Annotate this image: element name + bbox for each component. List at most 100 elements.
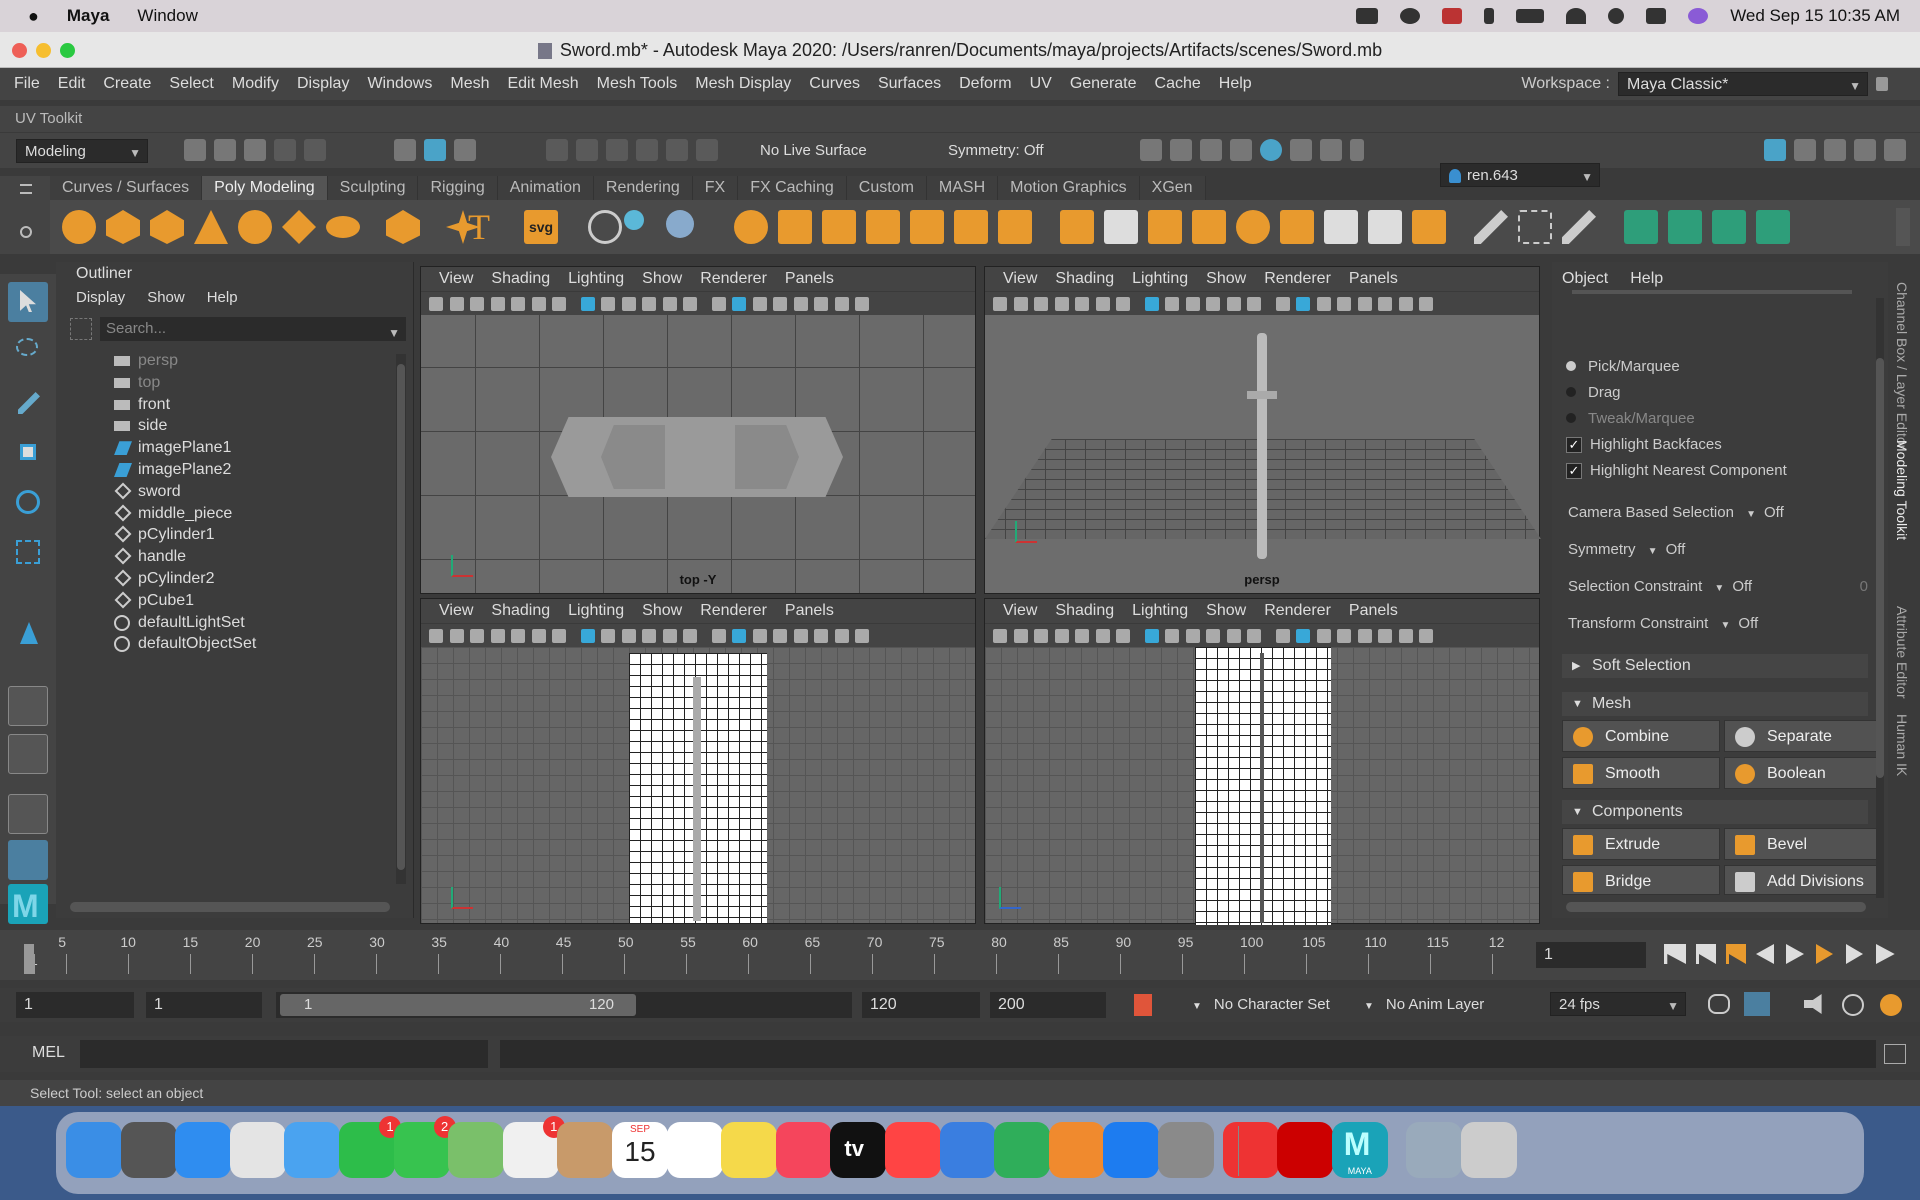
pick-marquee-option[interactable]: Pick/Marquee	[1566, 358, 1680, 375]
antialias-icon[interactable]	[834, 629, 849, 643]
platonic-solid-icon[interactable]	[386, 210, 420, 244]
selection-constraint-number[interactable]: 0	[1860, 578, 1868, 595]
lights-icon[interactable]	[1337, 629, 1351, 643]
resolution-gate-icon[interactable]	[601, 629, 615, 643]
viewport-menu-lighting[interactable]: Lighting	[1132, 270, 1188, 288]
viewport-menu-renderer[interactable]: Renderer	[1264, 602, 1331, 620]
pan-zoom-icon[interactable]	[1095, 629, 1110, 643]
maya-icon[interactable]: MAYA M	[1331, 1122, 1388, 1178]
open-scene-icon[interactable]	[214, 139, 236, 161]
antialias-icon[interactable]	[834, 297, 849, 311]
poly-sphere-icon[interactable]	[62, 210, 96, 244]
bluetooth-icon[interactable]	[1484, 8, 1495, 24]
mode-dropdown[interactable]: Modeling ▼	[16, 139, 148, 163]
toolkit-scrollbar[interactable]	[1876, 298, 1884, 898]
camera-attributes-icon[interactable]	[429, 629, 443, 643]
current-time-field[interactable]: 1	[1536, 942, 1646, 968]
pages-icon[interactable]	[1048, 1122, 1105, 1178]
apple-icon[interactable]: ●	[28, 6, 39, 27]
single-perspective-layout-icon[interactable]	[8, 686, 48, 726]
script-language-toggle[interactable]: MEL	[32, 1044, 65, 1062]
antialias-icon[interactable]	[1398, 629, 1413, 643]
wireframe-icon[interactable]	[1275, 629, 1290, 643]
shelf-tab-fx[interactable]: FX	[692, 176, 739, 200]
add-divisions-button[interactable]: Add Divisions	[1724, 865, 1882, 895]
sculpt-brush-icon[interactable]	[1562, 210, 1596, 244]
extract-icon[interactable]	[822, 210, 856, 244]
menu-mesh-display[interactable]: Mesh Display	[695, 75, 791, 93]
clock[interactable]: Wed Sep 15 10:35 AM	[1730, 6, 1900, 26]
menu-mesh[interactable]: Mesh	[450, 75, 489, 93]
separate-button[interactable]: Separate	[1724, 720, 1882, 752]
sound-icon[interactable]	[1804, 994, 1822, 1014]
menu-uv[interactable]: UV	[1030, 75, 1052, 93]
step-forward-frame-icon[interactable]	[1816, 944, 1833, 964]
zoom-button[interactable]	[60, 43, 75, 58]
go-to-end-icon[interactable]	[1876, 944, 1895, 964]
select-component-icon[interactable]	[454, 139, 476, 161]
viewport-menu-lighting[interactable]: Lighting	[568, 602, 624, 620]
shadows-icon[interactable]	[1357, 297, 1372, 311]
safe-title-icon[interactable]	[683, 629, 697, 643]
poly-type-icon[interactable]: T	[468, 206, 490, 248]
range-slider-handle[interactable]: 1 120	[280, 994, 636, 1016]
four-view-layout-icon[interactable]	[8, 734, 48, 774]
current-time-marker[interactable]	[24, 944, 34, 974]
viewport-menu-panels[interactable]: Panels	[1349, 602, 1398, 620]
notes-icon[interactable]	[721, 1122, 778, 1178]
chrome-icon[interactable]	[229, 1122, 286, 1178]
film-gate-icon[interactable]	[511, 629, 525, 643]
wireframe-icon[interactable]	[711, 297, 726, 311]
shelf-scroll[interactable]	[1896, 208, 1910, 246]
bookmark-icon[interactable]	[1013, 629, 1028, 643]
music-icon[interactable]	[775, 1122, 832, 1178]
antialias-icon[interactable]	[1398, 297, 1413, 311]
menu-edit-mesh[interactable]: Edit Mesh	[507, 75, 578, 93]
render-setup-icon[interactable]	[1290, 139, 1312, 161]
character-set-dropdown[interactable]: ▼ No Character Set	[1192, 992, 1352, 1018]
preview-icon[interactable]	[1406, 1122, 1463, 1178]
tweak-marquee-option[interactable]: Tweak/Marquee	[1566, 410, 1695, 427]
shadows-icon[interactable]	[1357, 629, 1372, 643]
siri-icon[interactable]	[1688, 8, 1709, 24]
shelf-tab-mash[interactable]: MASH	[926, 176, 999, 200]
viewport-menu-shading[interactable]: Shading	[1055, 602, 1114, 620]
gate-mask-icon[interactable]	[1206, 629, 1220, 643]
lock-camera-icon[interactable]	[490, 297, 505, 311]
dropbox-icon[interactable]	[1356, 8, 1379, 24]
safe-action-icon[interactable]	[1185, 629, 1200, 643]
ambient-occlusion-icon[interactable]	[1378, 297, 1392, 311]
field-chart-icon[interactable]	[662, 297, 677, 311]
outliner-menu-help[interactable]: Help	[207, 286, 238, 310]
grease-pencil-icon[interactable]	[1116, 297, 1130, 311]
sword-persp-mesh[interactable]	[1257, 333, 1267, 559]
select-object-icon[interactable]	[424, 139, 446, 161]
character-icon[interactable]	[1880, 994, 1902, 1016]
shelf-tab-rigging[interactable]: Rigging	[418, 176, 498, 200]
ambient-occlusion-icon[interactable]	[1378, 629, 1392, 643]
light-editor-icon[interactable]	[1320, 139, 1342, 161]
sword-top-mesh[interactable]	[551, 417, 843, 497]
sweep-mesh-icon[interactable]	[588, 210, 622, 244]
grid-icon[interactable]	[1144, 629, 1159, 643]
resolution-gate-icon[interactable]	[1165, 629, 1179, 643]
gate-mask-icon[interactable]	[1206, 297, 1220, 311]
spotlight-icon[interactable]	[1608, 8, 1625, 24]
viewport-menu-shading[interactable]: Shading	[491, 270, 550, 288]
combine-button[interactable]: Combine	[1562, 720, 1720, 752]
camera-based-selection[interactable]: Camera Based Selection ▼ Off	[1568, 504, 1784, 521]
finder-icon[interactable]	[66, 1122, 122, 1178]
menu-surfaces[interactable]: Surfaces	[878, 75, 941, 93]
grid-icon[interactable]	[580, 297, 595, 311]
lock-icon[interactable]	[1876, 77, 1888, 91]
bookmark-icon[interactable]	[1013, 297, 1028, 311]
toolkit-horizontal-scrollbar[interactable]	[1566, 902, 1866, 912]
gate-mask-icon[interactable]	[642, 297, 656, 311]
hypershade-icon[interactable]	[1260, 139, 1282, 161]
outliner-search-input[interactable]: Search... ▼	[100, 317, 406, 341]
menu-help[interactable]: Help	[1219, 75, 1252, 93]
step-back-key-icon[interactable]	[1696, 944, 1716, 964]
shelf-tab-poly-modeling[interactable]: Poly Modeling	[202, 176, 328, 200]
mash-network-icon[interactable]	[624, 210, 644, 230]
extrude-button[interactable]: Extrude	[1562, 828, 1720, 860]
